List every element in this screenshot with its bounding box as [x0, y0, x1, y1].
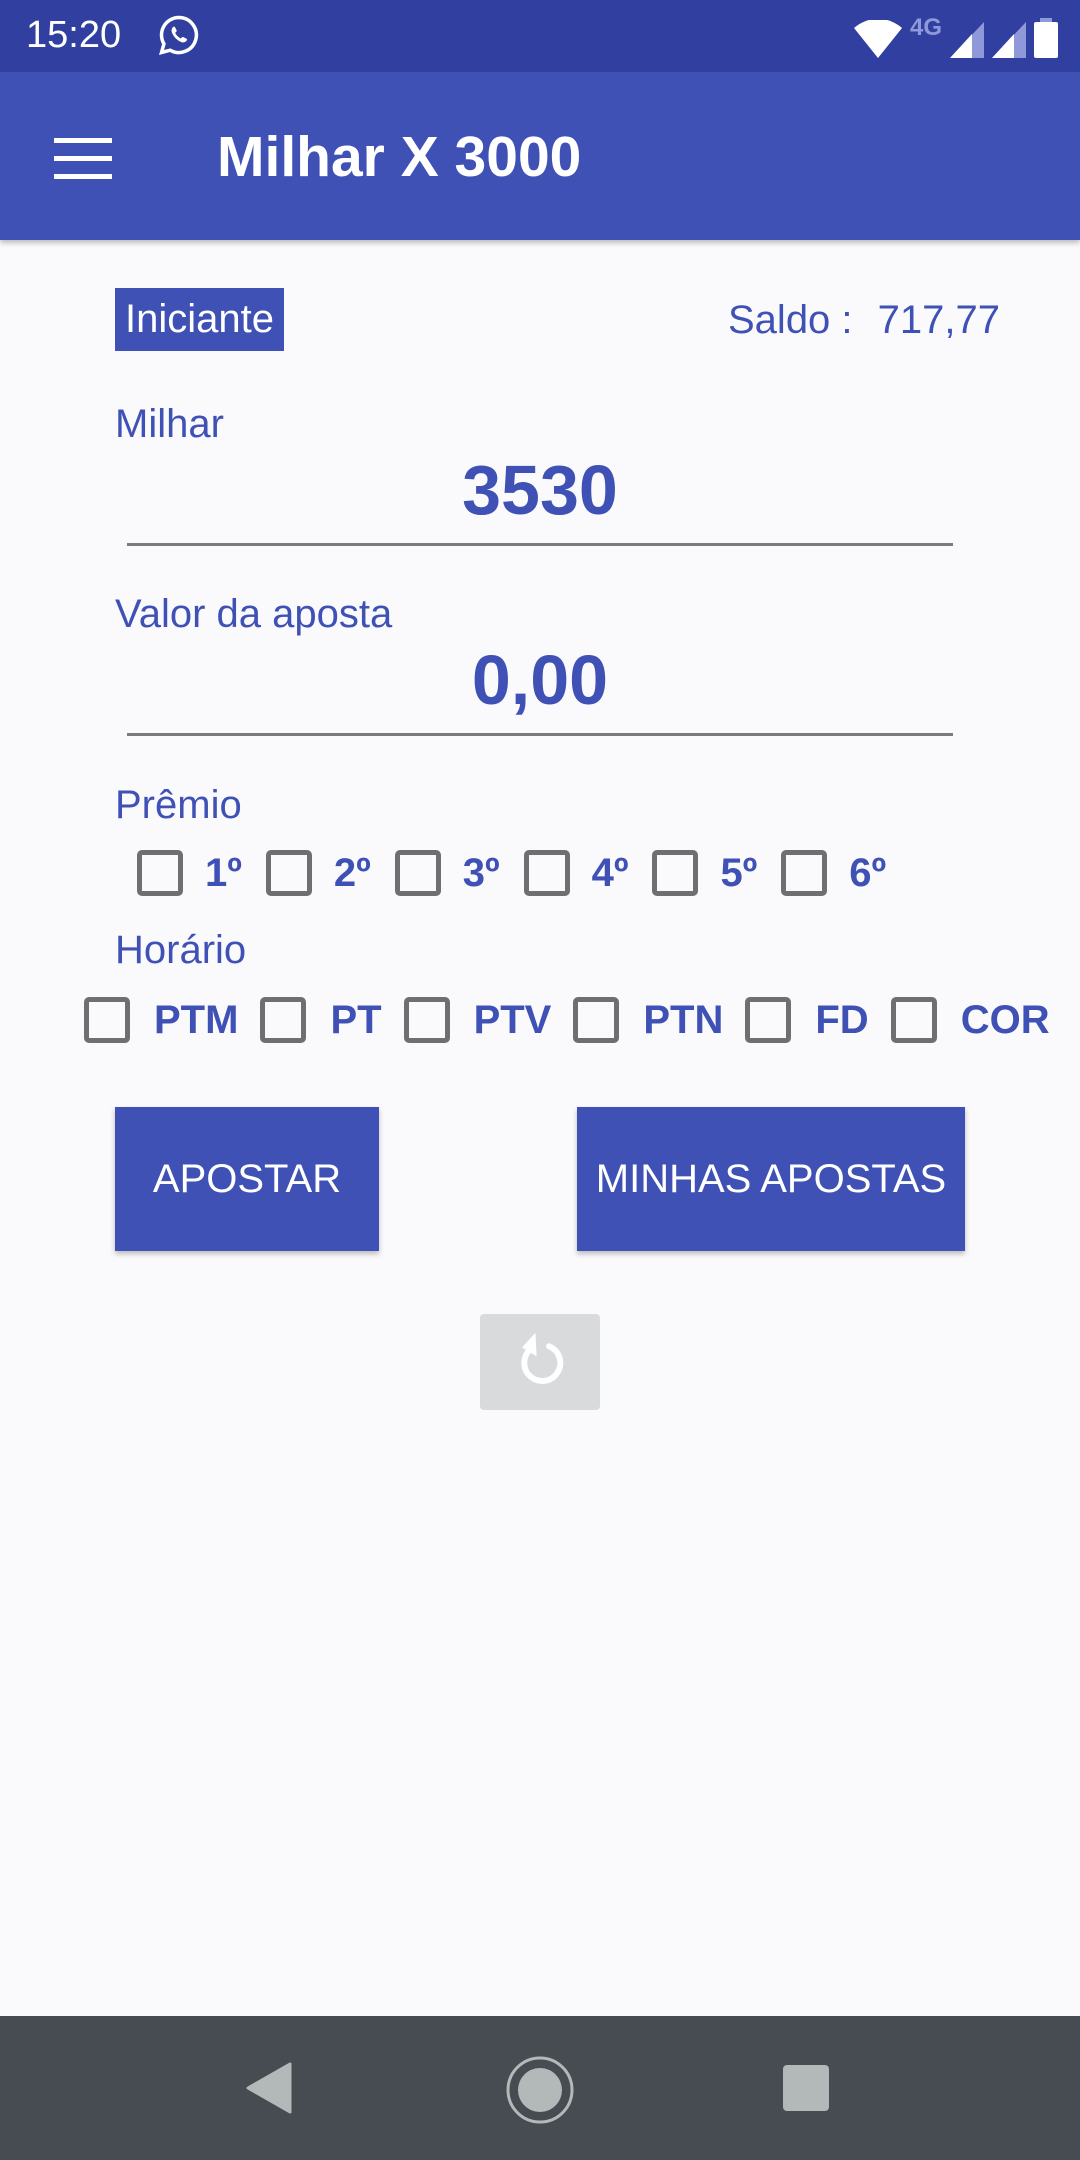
wifi-icon [853, 20, 902, 58]
prize-option-label: 6º [849, 850, 887, 895]
navigation-bar [0, 2016, 1080, 2160]
balance: Saldo : 717,77 [728, 298, 1000, 343]
schedule-checkbox-cor[interactable] [890, 997, 937, 1043]
schedule-option-label: PT [330, 997, 382, 1042]
schedule-option-label: PTM [154, 997, 239, 1042]
schedule-label: Horário [115, 928, 247, 972]
prize-option-label: 3º [462, 850, 500, 895]
status-bar: 15:20 4G [0, 0, 1080, 72]
whatsapp-icon [158, 15, 199, 55]
level-badge: Iniciante [115, 288, 284, 351]
schedule-checkbox-ptn[interactable] [573, 997, 620, 1043]
prize-checkbox-6[interactable] [781, 850, 828, 896]
home-icon[interactable] [505, 2055, 575, 2125]
prize-label: Prêmio [115, 783, 242, 827]
signal-icon [992, 22, 1026, 58]
schedule-options: PTM PT PTV PTN FD COR [84, 997, 1050, 1043]
prize-checkbox-3[interactable] [394, 850, 441, 896]
balance-label: Saldo : [728, 298, 853, 342]
refresh-button[interactable] [480, 1314, 600, 1410]
schedule-checkbox-ptv[interactable] [403, 997, 450, 1043]
prize-options: 1º 2º 3º 4º 5º 6º [137, 850, 886, 896]
milhar-label: Milhar [115, 402, 224, 446]
system-icons: 4G [853, 14, 1058, 58]
bet-value-input[interactable]: 0,00 [127, 640, 953, 720]
schedule-option-label: PTN [643, 997, 724, 1042]
schedule-checkbox-pt[interactable] [260, 997, 307, 1043]
schedule-checkbox-ptm[interactable] [84, 997, 130, 1043]
bet-value-underline [127, 733, 953, 736]
app-title: Milhar X 3000 [217, 125, 582, 189]
prize-option-label: 2º [333, 850, 371, 895]
balance-value: 717,77 [877, 298, 1000, 342]
milhar-underline [127, 543, 953, 546]
schedule-option-label: COR [960, 997, 1050, 1042]
menu-icon[interactable] [54, 138, 112, 180]
signal-icon [950, 22, 984, 58]
back-icon[interactable] [246, 2062, 292, 2114]
network-type-label: 4G [909, 14, 942, 41]
milhar-input[interactable]: 3530 [127, 450, 953, 530]
schedule-checkbox-fd[interactable] [745, 997, 792, 1043]
prize-option-label: 1º [205, 850, 242, 895]
refresh-icon [521, 1332, 564, 1384]
prize-checkbox-2[interactable] [265, 850, 312, 896]
schedule-option-label: FD [815, 997, 869, 1042]
my-bets-button[interactable]: MINHAS APOSTAS [577, 1107, 965, 1251]
battery-icon [1034, 18, 1058, 58]
prize-option-label: 5º [720, 850, 758, 895]
prize-checkbox-1[interactable] [137, 850, 183, 896]
prize-checkbox-5[interactable] [652, 850, 699, 896]
prize-checkbox-4[interactable] [523, 850, 570, 896]
bet-value-label: Valor da aposta [115, 592, 393, 636]
prize-option-label: 4º [591, 850, 629, 895]
schedule-option-label: PTV [473, 997, 552, 1042]
app-bar: Milhar X 3000 [0, 72, 1080, 240]
bet-button[interactable]: APOSTAR [115, 1107, 379, 1251]
status-time: 15:20 [26, 14, 122, 56]
recents-icon[interactable] [783, 2065, 829, 2111]
